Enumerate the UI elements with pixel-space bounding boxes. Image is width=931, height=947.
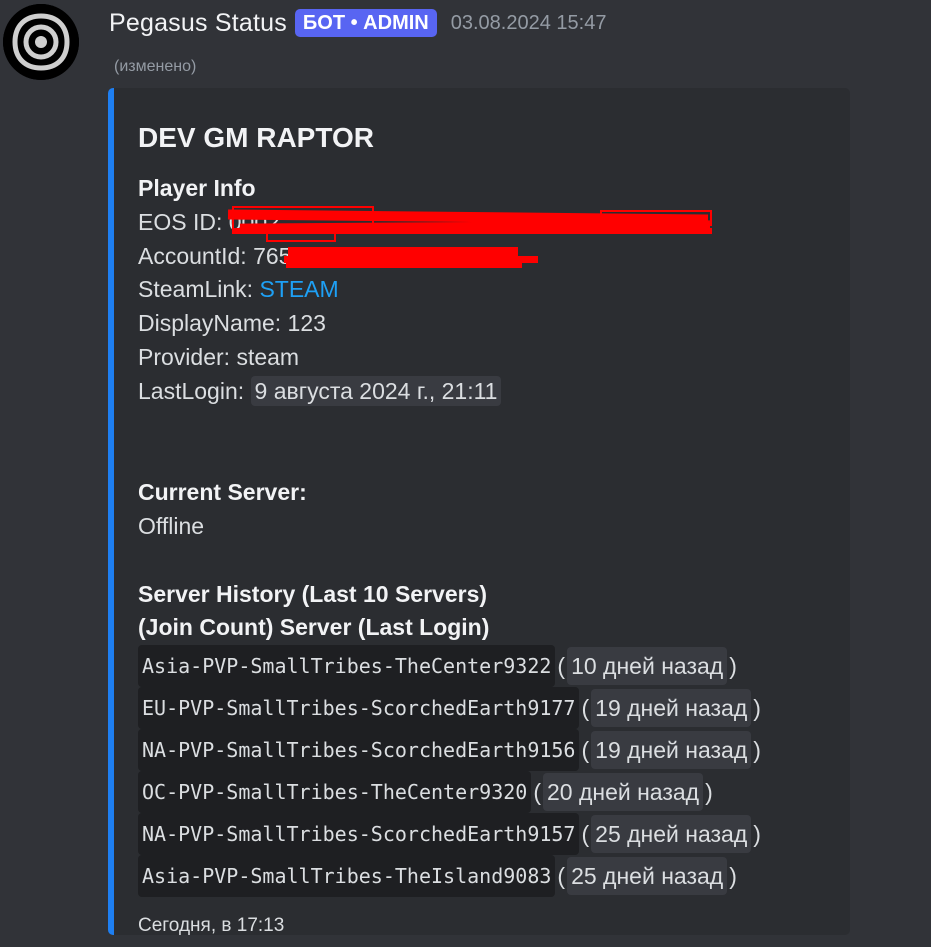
- server-history-heading: Server History (Last 10 Servers): [138, 580, 488, 607]
- edited-label: (изменено): [114, 58, 197, 75]
- steam-link[interactable]: STEAM: [259, 276, 338, 302]
- embed-accent-bar: [108, 88, 114, 935]
- display-name-value: 123: [287, 310, 326, 337]
- embed-title: DEV GM RAPTOR: [138, 122, 374, 153]
- display-name-line: DisplayName: 123: [138, 307, 838, 341]
- eye-logo-icon: [3, 4, 79, 80]
- steam-link-label: SteamLink:: [138, 276, 260, 303]
- bot-username[interactable]: Pegasus Status: [109, 9, 287, 38]
- redaction-mark: [286, 262, 522, 268]
- server-history-row: Asia-PVP-SmallTribes-TheCenter9322 (10 д…: [138, 645, 838, 688]
- player-info-heading: Player Info: [138, 175, 256, 201]
- server-history-row: NA-PVP-SmallTribes-ScorchedEarth9157 (25…: [138, 813, 838, 856]
- server-name: Asia-PVP-SmallTribes-TheCenter9322: [138, 645, 556, 688]
- embed-footer: Сегодня, в 17:13: [138, 915, 285, 935]
- server-history-subheading: (Join Count) Server (Last Login): [138, 614, 490, 641]
- server-history-row: NA-PVP-SmallTribes-ScorchedEarth9156 (19…: [138, 729, 838, 772]
- current-server-heading: Current Server:: [138, 479, 307, 506]
- last-login-label: LastLogin:: [138, 377, 251, 404]
- provider-label: Provider:: [138, 343, 237, 370]
- server-last-login[interactable]: 25 дней назад: [567, 857, 728, 896]
- server-name: Asia-PVP-SmallTribes-TheIsland9083: [138, 855, 556, 898]
- server-name: NA-PVP-SmallTribes-ScorchedEarth9157: [138, 813, 580, 856]
- display-name-label: DisplayName:: [138, 310, 288, 337]
- provider-line: Provider: steam: [138, 341, 838, 375]
- server-last-login[interactable]: 19 дней назад: [591, 689, 752, 728]
- last-login-timestamp[interactable]: 9 августа 2024 г., 21:11: [250, 375, 502, 406]
- server-name: EU-PVP-SmallTribes-ScorchedEarth9177: [138, 687, 580, 730]
- server-history-row: Asia-PVP-SmallTribes-TheIsland9083 (25 д…: [138, 855, 838, 898]
- redaction-mark: [600, 210, 712, 226]
- account-id-label: AccountId:: [138, 242, 254, 269]
- server-name: NA-PVP-SmallTribes-ScorchedEarth9156: [138, 729, 580, 772]
- server-last-login[interactable]: 10 дней назад: [567, 647, 728, 686]
- server-last-login[interactable]: 25 дней назад: [591, 815, 752, 854]
- embed-body: DEV GM RAPTOR Player Info EOS ID: 0002 A…: [138, 121, 838, 935]
- current-server-value: Offline: [138, 512, 205, 539]
- server-history-row: EU-PVP-SmallTribes-ScorchedEarth9177 (19…: [138, 687, 838, 730]
- bot-avatar[interactable]: [3, 4, 79, 80]
- redaction-mark: [266, 224, 336, 242]
- last-login-line: LastLogin: 9 августа 2024 г., 21:11: [138, 375, 838, 409]
- message-header: Pegasus Status БОТ • ADMIN 03.08.2024 15…: [109, 6, 606, 40]
- eos-id-label: EOS ID:: [138, 208, 229, 235]
- chat-message: Pegasus Status БОТ • ADMIN 03.08.2024 15…: [0, 0, 931, 947]
- steam-link-line: SteamLink: STEAM: [138, 273, 838, 307]
- server-name: OC-PVP-SmallTribes-TheCenter9320: [138, 771, 532, 814]
- message-timestamp: 03.08.2024 15:47: [450, 11, 607, 34]
- server-last-login[interactable]: 20 дней назад: [542, 773, 704, 812]
- bot-tag-badge: БОТ • ADMIN: [294, 9, 437, 37]
- server-last-login[interactable]: 19 дней назад: [591, 731, 752, 770]
- provider-value: steam: [236, 343, 300, 370]
- server-history-row: OC-PVP-SmallTribes-TheCenter9320 (20 дне…: [138, 771, 838, 814]
